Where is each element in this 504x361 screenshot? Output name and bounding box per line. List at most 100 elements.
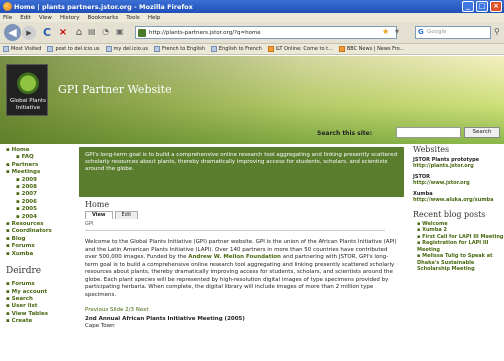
web-page: Global Plants Initiative GPI Partner Web… <box>0 56 504 361</box>
site-banner: Global Plants Initiative GPI Partner Web… <box>0 56 504 144</box>
window-titlebar: Home | plants partners.jstor.org - Mozil… <box>0 0 504 13</box>
website-entry: JSTOR http://www.jstor.org <box>413 174 504 187</box>
bookmark-ilt-online[interactable]: ILT Online: Come to t... <box>267 46 333 52</box>
menu-view[interactable]: View <box>39 15 52 21</box>
sidebar-item[interactable]: Partners <box>6 162 74 169</box>
bookmark-label: French to English <box>162 46 205 52</box>
meeting-location: Cape Town <box>85 323 115 329</box>
bookmark-icon[interactable]: ▤ <box>88 27 96 36</box>
bookmark-icon <box>105 46 112 52</box>
websites-heading: Websites <box>413 145 450 154</box>
bookmark-label: my del.icio.us <box>113 46 149 52</box>
bookmark-icon <box>47 46 54 52</box>
sidebar-item[interactable]: 2005 <box>6 206 74 213</box>
sidebar-item[interactable]: 2007 <box>6 191 74 198</box>
bookmark-english-french[interactable]: English to French <box>210 46 262 52</box>
user-nav-item[interactable]: View Tables <box>6 311 74 318</box>
bookmark-most-visited[interactable]: Most Visited <box>3 46 41 52</box>
menu-help[interactable]: Help <box>148 15 161 21</box>
site-search-input[interactable] <box>396 127 461 138</box>
menu-edit[interactable]: Edit <box>20 15 31 21</box>
bookmark-label: post to del.icio.us <box>55 46 100 52</box>
history-icon[interactable]: ◔ <box>102 27 109 36</box>
bookmark-label: English to French <box>218 46 262 52</box>
user-block-title: Deirdre <box>6 266 42 277</box>
download-icon[interactable]: ▣ <box>116 27 124 36</box>
sidebar-item[interactable]: Meetings <box>6 169 74 176</box>
sidebar-item[interactable]: 2004 <box>6 214 74 221</box>
menu-tools[interactable]: Tools <box>126 15 140 21</box>
sidebar-item[interactable]: 2008 <box>6 184 74 191</box>
close-button[interactable]: × <box>490 1 502 12</box>
sidebar-item[interactable]: 2006 <box>6 199 74 206</box>
site-favicon-icon <box>138 29 146 37</box>
window-title: Home | plants partners.jstor.org - Mozil… <box>14 2 193 11</box>
stop-icon[interactable]: × <box>56 26 70 40</box>
tab-edit[interactable]: Edit <box>114 210 139 219</box>
website-entry: JSTOR Plants prototype http://plants.jst… <box>413 157 504 170</box>
minimize-button[interactable]: _ <box>462 1 474 12</box>
dropdown-icon[interactable]: ▾ <box>395 27 399 36</box>
bookmark-label: ILT Online: Come to t... <box>275 46 333 52</box>
gpi-logo[interactable]: Global Plants Initiative <box>6 64 48 116</box>
user-nav-item[interactable]: Search <box>6 296 74 303</box>
bookmark-icon <box>210 46 217 52</box>
website-link[interactable]: http://plants.jstor.org <box>413 163 504 170</box>
slide-navigation[interactable]: Previous Slide 2/3 Next <box>85 307 398 315</box>
bookmark-icon <box>154 46 161 52</box>
user-nav-item[interactable]: Create <box>6 318 74 325</box>
home-icon[interactable]: ⌂ <box>72 26 86 40</box>
blog-post-link[interactable]: Melissa Tulig to Speak at Dhaka's Sustai… <box>417 253 504 273</box>
sidebar-item[interactable]: Forums <box>6 243 74 250</box>
bookmarks-bar: Most Visited post to del.icio.us my del.… <box>0 44 504 55</box>
rss-icon <box>338 46 345 52</box>
sidebar-item[interactable]: Resources <box>6 221 74 228</box>
website-link[interactable]: http://www.jstor.org <box>413 180 504 187</box>
sidebar-item[interactable]: Home <box>6 147 74 154</box>
tab-view[interactable]: View <box>85 210 113 219</box>
back-icon[interactable]: ◀ <box>4 24 21 41</box>
user-nav-item[interactable]: My account <box>6 289 74 296</box>
sidebar-item[interactable]: Xumba <box>6 251 74 258</box>
user-nav-item[interactable]: User list <box>6 303 74 310</box>
recent-posts-heading: Recent blog posts <box>413 209 486 219</box>
mellon-link[interactable]: Andrew W. Mellon Foundation <box>188 254 281 260</box>
browser-search-placeholder: Google <box>427 29 447 35</box>
bookmark-label: BBC News | News Fro... <box>346 46 405 52</box>
blog-post-link[interactable]: Registration for LAPI III Meeting <box>417 240 504 253</box>
bookmark-icon <box>3 46 9 52</box>
sidebar-item[interactable]: 2009 <box>6 177 74 184</box>
menu-history[interactable]: History <box>60 15 80 21</box>
main-content: GPI's long-term goal is to build a compr… <box>79 147 404 361</box>
search-icon[interactable]: ⚲ <box>494 27 500 36</box>
navigation-toolbar: ◀ ▶ C × ⌂ ▤ ◔ ▣ http://plants-partners.j… <box>0 22 504 44</box>
firefox-icon <box>3 2 12 11</box>
left-sidebar: HomeFAQPartnersMeetings20092008200720062… <box>0 147 74 361</box>
sidebar-item[interactable]: Blog <box>6 236 74 243</box>
menu-bookmarks[interactable]: Bookmarks <box>88 15 119 21</box>
user-nav-item[interactable]: Forums <box>6 281 74 288</box>
mission-statement: GPI's long-term goal is to build a compr… <box>79 147 404 197</box>
bookmark-french-english[interactable]: French to English <box>154 46 205 52</box>
bookmark-post-delicious[interactable]: post to del.icio.us <box>47 46 100 52</box>
maximize-button[interactable]: □ <box>476 1 488 12</box>
browser-search-input[interactable]: G Google <box>415 26 491 39</box>
website-link[interactable]: http://www.aluka.org/xumba <box>413 197 504 204</box>
star-icon[interactable]: ★ <box>382 27 389 36</box>
forward-icon[interactable]: ▶ <box>22 26 36 40</box>
menu-file[interactable]: File <box>3 15 12 21</box>
url-bar[interactable]: http://plants-partners.jstor.org/?q=home <box>135 26 397 39</box>
welcome-text: Welcome to the Global Plants Initiative … <box>85 239 401 299</box>
bookmark-my-delicious[interactable]: my del.icio.us <box>105 46 149 52</box>
reload-icon[interactable]: C <box>40 26 54 40</box>
user-nav: ForumsMy accountSearchUser listView Tabl… <box>6 281 74 325</box>
site-name[interactable]: GPI Partner Website <box>58 83 172 96</box>
sidebar-item[interactable]: Coordinators <box>6 228 74 235</box>
section-label: GPI <box>85 221 385 231</box>
bookmark-label: Most Visited <box>11 46 42 52</box>
sidebar-item[interactable]: FAQ <box>6 154 74 161</box>
site-search-label: Search this site: <box>317 130 373 137</box>
bookmark-bbc-news[interactable]: BBC News | News Fro... <box>338 46 405 52</box>
url-text: http://plants-partners.jstor.org/?q=home <box>149 29 261 36</box>
site-search-button[interactable]: Search <box>464 127 500 138</box>
